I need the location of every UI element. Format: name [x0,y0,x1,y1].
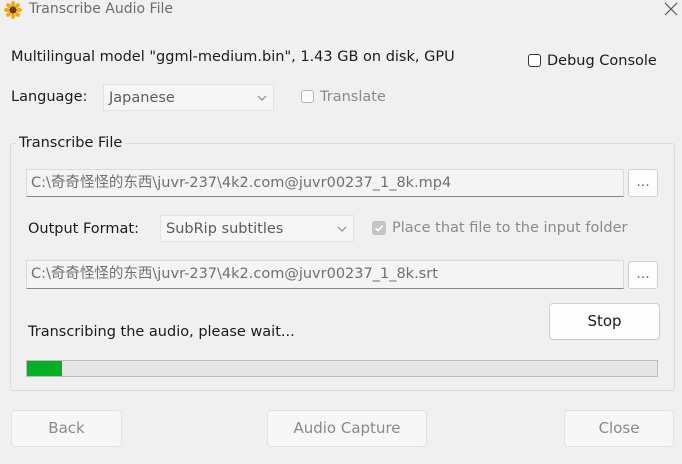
language-dropdown[interactable]: Japanese [103,84,274,111]
place-in-input-folder-label[interactable]: Place that file to the input folder [392,218,627,238]
window-title: Transcribe Audio File [29,1,173,17]
translate-checkbox[interactable] [301,90,314,103]
progress-bar-fill [27,361,62,376]
audio-capture-button[interactable]: Audio Capture [267,410,427,447]
sunflower-icon [4,1,22,19]
place-in-input-folder-checkbox[interactable] [372,221,386,235]
language-selected: Japanese [109,90,175,106]
output-browse-button[interactable]: ... [628,261,658,289]
model-info: Multilingual model "ggml-medium.bin", 1.… [11,49,455,65]
transcribe-file-group-label: Transcribe File [16,133,126,153]
chevron-down-icon [257,95,267,101]
checkmark-icon [374,225,384,232]
output-file-path-field[interactable]: C:\奇奇怪怪的东西\juvr-237\4k2.com@juvr00237_1_… [26,260,624,289]
debug-console-label[interactable]: Debug Console [547,51,657,71]
output-format-label: Output Format: [28,221,139,237]
progress-bar [26,360,658,377]
input-file-path-field[interactable]: C:\奇奇怪怪的东西\juvr-237\4k2.com@juvr00237_1_… [26,169,624,197]
output-format-dropdown[interactable]: SubRip subtitles [160,215,354,242]
input-browse-button[interactable]: ... [628,169,658,197]
output-format-selected: SubRip subtitles [166,221,284,237]
debug-console-checkbox[interactable] [528,54,541,67]
stop-button[interactable]: Stop [549,303,660,340]
close-button[interactable]: Close [564,410,674,447]
chevron-down-icon [337,226,347,232]
translate-label[interactable]: Translate [320,87,386,107]
status-text: Transcribing the audio, please wait... [28,324,295,340]
close-icon[interactable] [662,0,680,18]
language-label: Language: [11,89,88,105]
back-button[interactable]: Back [11,410,122,447]
